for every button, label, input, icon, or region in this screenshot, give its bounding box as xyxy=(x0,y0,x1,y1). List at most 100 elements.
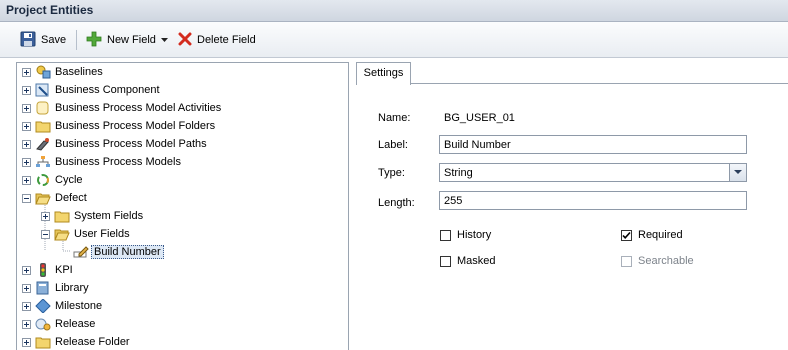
expand-toggle[interactable] xyxy=(22,283,31,293)
tree-item-label: Business Process Model Activities xyxy=(55,102,222,114)
expand-toggle[interactable] xyxy=(22,337,31,347)
tree-item-bpm-folders[interactable]: Business Process Model Folders xyxy=(22,117,215,135)
folder-open-icon xyxy=(35,191,51,205)
tree-item-bpm-models[interactable]: Business Process Models xyxy=(22,153,181,171)
tree-item-bpm-activities[interactable]: Business Process Model Activities xyxy=(22,99,221,117)
searchable-checkbox-box xyxy=(621,255,632,267)
tree-item-label: KPI xyxy=(55,264,73,276)
history-checkbox[interactable]: History xyxy=(440,229,491,241)
release-icon xyxy=(35,317,51,331)
new-field-label: New Field xyxy=(107,34,156,46)
delete-icon xyxy=(178,32,192,49)
tab-strip: Settings xyxy=(356,62,788,85)
tree-item-label: Library xyxy=(55,282,89,294)
tree-item-release[interactable]: Release xyxy=(22,315,95,333)
type-select[interactable]: String xyxy=(439,163,747,182)
save-button[interactable]: Save xyxy=(20,30,66,50)
toolbar: Save New Field Delete Field xyxy=(0,22,788,58)
tree-item-label: Baselines xyxy=(55,66,103,78)
expand-toggle[interactable] xyxy=(22,85,31,95)
window-title: Project Entities xyxy=(6,3,94,17)
delete-field-button[interactable]: Delete Field xyxy=(178,30,256,50)
tree-item-label: Business Process Models xyxy=(55,156,181,168)
field-edit-icon xyxy=(73,245,89,259)
path-icon xyxy=(35,137,51,151)
expand-toggle[interactable] xyxy=(22,139,31,149)
label-label: Label: xyxy=(378,139,408,151)
tree-item-milestone[interactable]: Milestone xyxy=(22,297,102,315)
checkmark-icon xyxy=(622,231,631,239)
tree-item-label: Release Folder xyxy=(55,336,130,348)
business-component-icon xyxy=(35,83,51,97)
tree-item-user-fields[interactable]: User Fields xyxy=(41,225,130,243)
tree-item-defect[interactable]: Defect xyxy=(22,189,87,207)
entity-tree[interactable]: Baselines Business Component Business Pr… xyxy=(16,62,349,350)
folder-open-icon xyxy=(54,227,70,241)
masked-checkbox-box[interactable] xyxy=(440,255,451,267)
expand-toggle[interactable] xyxy=(22,301,31,311)
tab-settings[interactable]: Settings xyxy=(356,62,411,85)
tree-item-label: Business Process Model Paths xyxy=(55,138,207,150)
cycle-icon xyxy=(35,173,51,187)
tree-item-cycle[interactable]: Cycle xyxy=(22,171,83,189)
save-icon xyxy=(20,31,36,50)
length-field[interactable]: 255 xyxy=(439,191,747,210)
collapse-toggle[interactable] xyxy=(41,229,50,239)
searchable-checkbox: Searchable xyxy=(621,255,694,267)
folder-icon xyxy=(35,119,51,133)
new-field-button[interactable]: New Field xyxy=(86,30,168,50)
expand-toggle[interactable] xyxy=(22,121,31,131)
milestone-icon xyxy=(35,299,51,313)
expand-toggle[interactable] xyxy=(22,265,31,275)
chevron-down-icon[interactable] xyxy=(729,164,746,181)
name-label: Name: xyxy=(378,112,411,124)
expand-toggle[interactable] xyxy=(22,175,31,185)
kpi-icon xyxy=(35,263,51,277)
folder-icon xyxy=(54,209,70,223)
type-label: Type: xyxy=(378,167,405,179)
tree-item-label: Build Number xyxy=(91,245,164,259)
folder-icon xyxy=(35,335,51,349)
baseline-icon xyxy=(35,65,51,79)
masked-checkbox[interactable]: Masked xyxy=(440,255,496,267)
tree-item-business-component[interactable]: Business Component xyxy=(22,81,160,99)
name-value: BG_USER_01 xyxy=(444,112,515,124)
tree-item-label: Milestone xyxy=(55,300,103,312)
required-checkbox-box[interactable] xyxy=(621,229,632,241)
add-icon xyxy=(86,31,102,50)
delete-field-label: Delete Field xyxy=(197,34,256,46)
tree-item-kpi[interactable]: KPI xyxy=(22,261,73,279)
window-titlebar: Project Entities xyxy=(0,0,788,22)
history-checkbox-box[interactable] xyxy=(440,229,451,241)
tree-item-bpm-paths[interactable]: Business Process Model Paths xyxy=(22,135,207,153)
tree-item-library[interactable]: Library xyxy=(22,279,89,297)
chevron-down-icon[interactable] xyxy=(160,34,168,46)
tree-item-label: System Fields xyxy=(74,210,144,222)
settings-panel: Settings Name: BG_USER_01 Label: Build N… xyxy=(356,62,788,350)
save-label: Save xyxy=(41,34,67,46)
collapse-toggle[interactable] xyxy=(22,193,31,203)
searchable-checkbox-label: Searchable xyxy=(638,255,694,267)
tree-item-label: Cycle xyxy=(55,174,83,186)
expand-toggle[interactable] xyxy=(22,319,31,329)
expand-toggle[interactable] xyxy=(22,157,31,167)
type-select-value: String xyxy=(444,167,473,179)
tree-item-label: Business Component xyxy=(55,84,160,96)
expand-toggle[interactable] xyxy=(22,103,31,113)
tree-item-baselines[interactable]: Baselines xyxy=(22,63,103,81)
toolbar-separator xyxy=(76,30,77,50)
required-checkbox-label: Required xyxy=(638,229,683,241)
expand-toggle[interactable] xyxy=(41,211,50,221)
tree-item-build-number[interactable]: Build Number xyxy=(73,243,164,261)
tree-item-label: Defect xyxy=(55,192,87,204)
tree-item-system-fields[interactable]: System Fields xyxy=(41,207,143,225)
activity-icon xyxy=(35,101,51,115)
library-icon xyxy=(35,281,51,295)
label-field[interactable]: Build Number xyxy=(439,135,747,154)
masked-checkbox-label: Masked xyxy=(457,255,496,267)
expand-toggle[interactable] xyxy=(22,67,31,77)
history-checkbox-label: History xyxy=(457,229,492,241)
required-checkbox[interactable]: Required xyxy=(621,229,683,241)
tree-item-label: Business Process Model Folders xyxy=(55,120,216,132)
tree-item-release-folder[interactable]: Release Folder xyxy=(22,333,130,350)
